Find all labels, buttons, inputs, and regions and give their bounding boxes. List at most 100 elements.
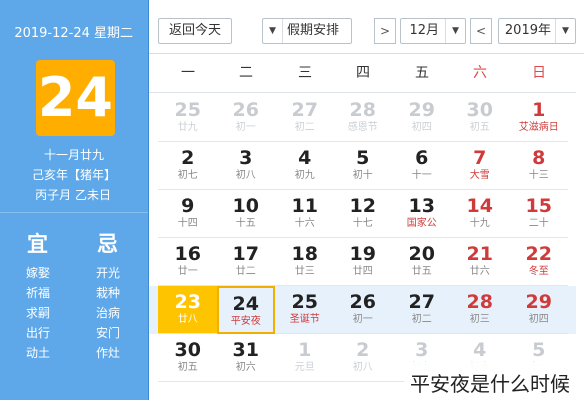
lunar-label: 廿九	[177, 122, 198, 133]
lunar-label: 廿二	[236, 266, 257, 277]
day-number: 4	[298, 147, 312, 169]
day-cell[interactable]: 15 二十	[509, 190, 568, 238]
day-number: 7	[473, 147, 487, 169]
day-cell[interactable]: 24 平安夜	[217, 286, 276, 334]
lunar-label: 廿五	[411, 266, 432, 277]
day-number: 26	[233, 99, 260, 121]
lunar-label: 冬至	[528, 266, 549, 277]
day-cell[interactable]: 29 初四	[392, 94, 451, 142]
prev-month-button[interactable]: <	[470, 18, 492, 44]
day-cell[interactable]: 6 十一	[392, 142, 451, 190]
lunar-label: 十六	[294, 218, 315, 229]
day-cell[interactable]: 22 冬至	[509, 238, 568, 286]
lunar-label: 元旦	[294, 362, 315, 373]
day-number: 8	[532, 147, 546, 169]
yi-title: 宜	[27, 232, 49, 256]
day-cell[interactable]: 27 初二	[392, 286, 451, 334]
list-item: 祈福	[26, 286, 51, 300]
list-item: 作灶	[96, 346, 121, 360]
day-cell[interactable]: 11 十六	[275, 190, 334, 238]
day-cell[interactable]: 19 廿四	[334, 238, 393, 286]
lunar-label: 初十	[353, 170, 374, 181]
day-cell[interactable]: 2 初七	[158, 142, 217, 190]
caption-overlay: 平安夜是什么时候	[404, 362, 584, 400]
list-item: 动土	[26, 346, 51, 360]
day-cell[interactable]: 26 初一	[217, 94, 276, 142]
day-number: 1	[298, 339, 312, 361]
day-cell[interactable]: 17 廿二	[217, 238, 276, 286]
day-number: 5	[532, 339, 546, 361]
month-select[interactable]: ▼ 12月	[400, 18, 466, 44]
day-number: 6	[415, 147, 429, 169]
lunar-label: 十七	[353, 218, 374, 229]
day-cell[interactable]: 28 感恩节	[334, 94, 393, 142]
day-cell[interactable]: 27 初二	[275, 94, 334, 142]
day-number: 24	[233, 293, 260, 315]
list-item: 治病	[96, 306, 121, 320]
day-number: 31	[233, 339, 260, 361]
divider	[0, 212, 148, 213]
lunar-label: 初一	[236, 122, 257, 133]
day-cell[interactable]: 28 初三	[451, 286, 510, 334]
day-cell[interactable]: 21 廿六	[451, 238, 510, 286]
lunar-label: 初三	[470, 314, 491, 325]
day-cell[interactable]: 12 十七	[334, 190, 393, 238]
lunar-year: 己亥年【猪年】	[31, 168, 116, 182]
lunar-label: 感恩节	[348, 122, 379, 133]
day-cell[interactable]: 14 十九	[451, 190, 510, 238]
lunar-label: 初五	[177, 362, 198, 373]
day-cell[interactable]: 18 廿三	[275, 238, 334, 286]
day-cell[interactable]: 23 廿八	[158, 286, 217, 334]
day-number: 29	[525, 291, 552, 313]
day-cell[interactable]: 13 国家公	[392, 190, 451, 238]
day-number: 30	[467, 99, 494, 121]
ji-list: 开光 栽种 治病 安门 作灶	[78, 263, 138, 363]
lunar-label: 廿四	[353, 266, 374, 277]
day-cell[interactable]: 25 廿九	[158, 94, 217, 142]
day-number: 20	[408, 243, 435, 265]
day-cell[interactable]: 1 元旦	[275, 334, 334, 382]
day-number: 30	[174, 339, 201, 361]
return-today-button[interactable]: 返回今天	[158, 18, 232, 44]
lunar-label: 二十	[528, 218, 549, 229]
day-cell[interactable]: 10 十五	[217, 190, 276, 238]
holiday-select[interactable]: ▼ 假期安排	[262, 18, 352, 44]
day-number: 13	[408, 195, 435, 217]
day-cell[interactable]: 1 艾滋病日	[509, 94, 568, 142]
list-item: 嫁娶	[26, 266, 51, 280]
day-number-badge: 24	[36, 60, 115, 136]
list-item: 栽种	[96, 286, 121, 300]
day-cell[interactable]: 8 十三	[509, 142, 568, 190]
day-number: 2	[181, 147, 195, 169]
day-number: 19	[350, 243, 377, 265]
lunar-label: 平安夜	[231, 316, 262, 327]
day-number: 23	[174, 291, 201, 313]
day-cell[interactable]: 30 初五	[451, 94, 510, 142]
day-cell[interactable]: 31 初六	[217, 334, 276, 382]
day-cell[interactable]: 16 廿一	[158, 238, 217, 286]
day-cell[interactable]: 5 初十	[334, 142, 393, 190]
header-divider	[149, 92, 576, 93]
weekday-header: 一	[180, 65, 195, 81]
day-cell[interactable]: 4 初九	[275, 142, 334, 190]
day-number: 4	[473, 339, 487, 361]
day-cell[interactable]: 2 初八	[334, 334, 393, 382]
lunar-label: 十三	[528, 170, 549, 181]
day-cell[interactable]: 7 大雪	[451, 142, 510, 190]
day-cell[interactable]: 30 初五	[158, 334, 217, 382]
next-month-button[interactable]: >	[374, 18, 396, 44]
day-cell[interactable]: 26 初一	[334, 286, 393, 334]
day-cell[interactable]: 25 圣诞节	[275, 286, 334, 334]
day-cell[interactable]: 9 十四	[158, 190, 217, 238]
toolbar: ▼ 2019年 < ▼ 12月 > ▼ 假期安排 返回今天	[149, 0, 584, 54]
weekday-header: 六	[473, 65, 488, 81]
day-number: 25	[174, 99, 201, 121]
day-number: 18	[291, 243, 318, 265]
list-item: 求嗣	[26, 306, 51, 320]
day-cell[interactable]: 20 廿五	[392, 238, 451, 286]
day-number: 12	[350, 195, 377, 217]
day-cell[interactable]: 29 初四	[509, 286, 568, 334]
day-cell[interactable]: 3 初八	[217, 142, 276, 190]
lunar-label: 初二	[411, 314, 432, 325]
year-select[interactable]: ▼ 2019年	[498, 18, 576, 44]
